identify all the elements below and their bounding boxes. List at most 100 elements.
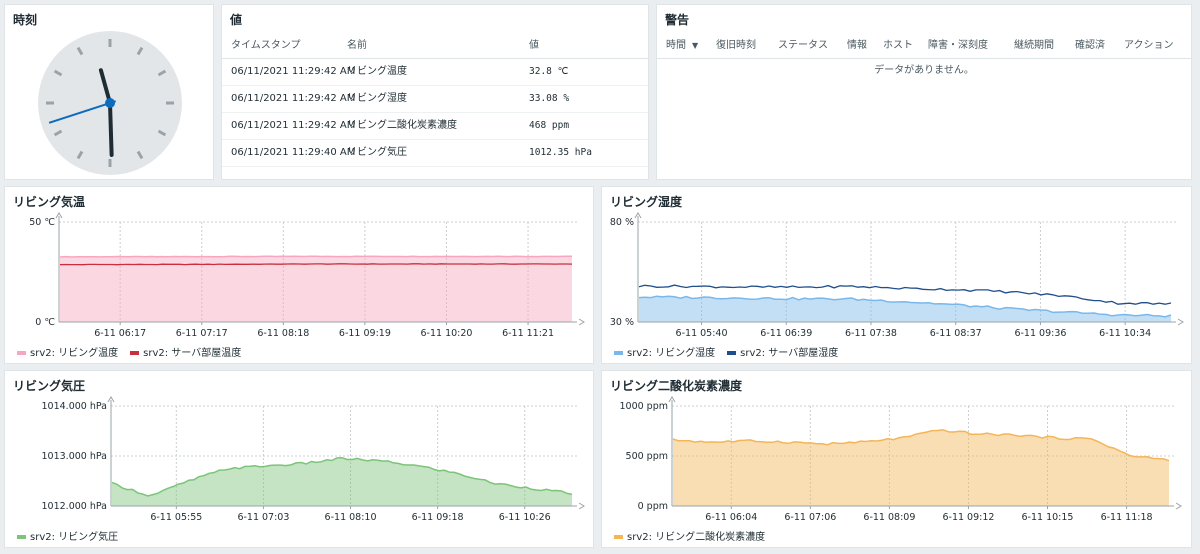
cell-timestamp: 06/11/2021 11:29:40 AM (231, 147, 356, 158)
y-tick-label: 0 ℃ (35, 317, 55, 328)
legend-label: srv2: サーバ部屋温度 (143, 348, 242, 359)
legend-swatch (17, 535, 26, 539)
x-tick-label: 6-11 06:17 (94, 328, 146, 339)
legend-swatch (614, 535, 623, 539)
alert-col-7[interactable]: 確認済 (1075, 33, 1105, 59)
co2-chart[interactable]: 1000 ppm 500 ppm 0 ppm 6-11 06:04 6-11 07:06… (602, 371, 1192, 548)
alert-col-4[interactable]: ホスト (883, 33, 913, 59)
x-tick-label: 6-11 05:55 (150, 512, 202, 523)
legend-swatch (727, 351, 737, 355)
legend-item[interactable]: srv2: リビング二酸化炭素濃度 (614, 528, 765, 543)
temperature-legend: srv2: リビング温度 srv2: サーバ部屋温度 (17, 344, 253, 359)
cell-name: リビング湿度 (347, 93, 407, 104)
y-tick-label: 0 ppm (638, 501, 668, 512)
humidity-chart-widget: リビング湿度 80 % 30 % 6-11 05:40 6-11 06:39 6-11 … (601, 186, 1192, 364)
cell-name: リビング温度 (347, 66, 407, 77)
legend-swatch (614, 351, 623, 355)
alert-col-6[interactable]: 継続期間 (1014, 33, 1054, 59)
pressure-legend: srv2: リビング気圧 (17, 528, 130, 543)
x-axis-arrow (1177, 318, 1184, 326)
x-tick-label: 6-11 09:12 (942, 512, 994, 523)
series-line (59, 255, 573, 258)
x-tick-label: 6-11 07:06 (784, 512, 836, 523)
alert-col-5[interactable]: 障害・深刻度 (928, 33, 988, 59)
legend-label: srv2: リビング湿度 (627, 348, 716, 359)
x-tick-label: 6-11 10:26 (499, 512, 551, 523)
legend-swatch (130, 351, 140, 355)
legend-label: srv2: サーバ部屋湿度 (740, 348, 839, 359)
humidity-chart[interactable]: 80 % 30 % 6-11 05:40 6-11 06:39 6-11 07:38 6-… (602, 187, 1192, 364)
table-row: 06/11/2021 11:29:40 AM リビング気圧 1012.35 hPa (222, 140, 648, 167)
legend-label: srv2: リビング二酸化炭素濃度 (627, 532, 766, 543)
series-area (112, 457, 572, 506)
y-tick-label: 1014.000 hPa (42, 401, 108, 412)
temperature-chart[interactable]: 50 ℃ 0 ℃ 6-11 06:17 6-11 07:17 6-11 08:18 6-1… (5, 187, 594, 364)
pressure-chart[interactable]: 1014.000 hPa 1013.000 hPa 1012.000 hPa 6-11… (5, 371, 594, 548)
y-tick-label: 80 % (610, 217, 634, 228)
cell-timestamp: 06/11/2021 11:29:42 AM (231, 93, 356, 104)
alerts-empty-message: データがありません。 (874, 65, 974, 76)
cell-value: 32.8 ℃ (529, 66, 569, 77)
sort-desc-icon[interactable]: ▼ (692, 33, 698, 59)
x-axis-arrow (578, 318, 585, 326)
values-title: 値 (230, 13, 243, 27)
table-row: 06/11/2021 11:29:42 AM リビング湿度 33.08 % (222, 86, 648, 113)
alert-col-0[interactable]: 時間 (666, 33, 686, 59)
alert-col-2[interactable]: ステータス (778, 33, 828, 59)
alerts-title: 警告 (665, 13, 690, 27)
x-tick-label: 6-11 06:39 (760, 328, 812, 339)
cell-name: リビング気圧 (347, 147, 407, 158)
x-tick-label: 6-11 08:09 (863, 512, 915, 523)
humidity-legend: srv2: リビング湿度 srv2: サーバ部屋湿度 (614, 344, 850, 359)
x-axis-arrow (1175, 502, 1182, 510)
col-timestamp[interactable]: タイムスタンプ (231, 33, 301, 59)
alerts-table-header: 時間 ▼ 復旧時刻 ステータス 情報 ホスト 障害・深刻度 継続期間 確認済 アクション (657, 33, 1191, 59)
clock-center (105, 98, 115, 108)
table-row: 06/11/2021 11:29:42 AM リビング温度 32.8 ℃ (222, 59, 648, 86)
col-value[interactable]: 値 (529, 33, 539, 59)
x-tick-label: 6-11 10:20 (420, 328, 472, 339)
x-tick-label: 6-11 07:38 (845, 328, 897, 339)
analog-clock (38, 31, 182, 175)
x-tick-label: 6-11 09:19 (339, 328, 391, 339)
x-tick-label: 6-11 07:03 (237, 512, 289, 523)
alerts-widget: 警告 時間 ▼ 復旧時刻 ステータス 情報 ホスト 障害・深刻度 継続期間 確認済 アクション デ… (656, 4, 1192, 180)
y-tick-label: 30 % (610, 317, 634, 328)
legend-label: srv2: リビング気圧 (30, 532, 119, 543)
legend-item[interactable]: srv2: サーバ部屋湿度 (727, 344, 838, 359)
cell-value: 33.08 % (529, 93, 570, 104)
x-tick-label: 6-11 05:40 (676, 328, 728, 339)
cell-value: 468 ppm (529, 120, 570, 131)
legend-item[interactable]: srv2: リビング温度 (17, 344, 118, 359)
values-table-header: タイムスタンプ 名前 値 (222, 33, 648, 59)
y-tick-label: 1012.000 hPa (42, 501, 108, 512)
legend-item[interactable]: srv2: サーバ部屋温度 (130, 344, 241, 359)
x-tick-label: 6-11 08:37 (930, 328, 982, 339)
alert-col-8[interactable]: アクション (1124, 33, 1174, 59)
x-axis-arrow (578, 502, 585, 510)
legend-item[interactable]: srv2: リビング気圧 (17, 528, 118, 543)
alert-col-1[interactable]: 復旧時刻 (716, 33, 756, 59)
y-tick-label: 50 ℃ (29, 217, 55, 228)
alert-col-3[interactable]: 情報 (847, 33, 867, 59)
x-tick-label: 6-11 06:04 (705, 512, 757, 523)
x-tick-label: 6-11 09:18 (412, 512, 464, 523)
pressure-chart-widget: リビング気圧 1014.000 hPa 1013.000 hPa 1012.000 … (4, 370, 594, 548)
table-row: 06/11/2021 11:29:42 AM リビング二酸化炭素濃度 468 ppm (222, 113, 648, 140)
legend-swatch (17, 351, 26, 355)
legend-label: srv2: リビング温度 (30, 348, 119, 359)
x-tick-label: 6-11 11:18 (1101, 512, 1153, 523)
x-tick-label: 6-11 07:17 (176, 328, 228, 339)
x-tick-label: 6-11 09:36 (1014, 328, 1066, 339)
temperature-chart-widget: リビング気温 50 ℃ 0 ℃ 6-11 06:17 6-11 07:17 6-11 0… (4, 186, 594, 364)
y-tick-label: 1013.000 hPa (42, 451, 108, 462)
y-tick-label: 500 ppm (626, 451, 668, 462)
cell-name: リビング二酸化炭素濃度 (347, 120, 457, 131)
col-name[interactable]: 名前 (347, 33, 367, 59)
x-tick-label: 6-11 08:18 (257, 328, 309, 339)
series-area (673, 429, 1169, 506)
minute-hand (108, 101, 114, 157)
x-tick-label: 6-11 10:15 (1022, 512, 1074, 523)
legend-item[interactable]: srv2: リビング湿度 (614, 344, 715, 359)
y-tick-label: 1000 ppm (619, 401, 668, 412)
